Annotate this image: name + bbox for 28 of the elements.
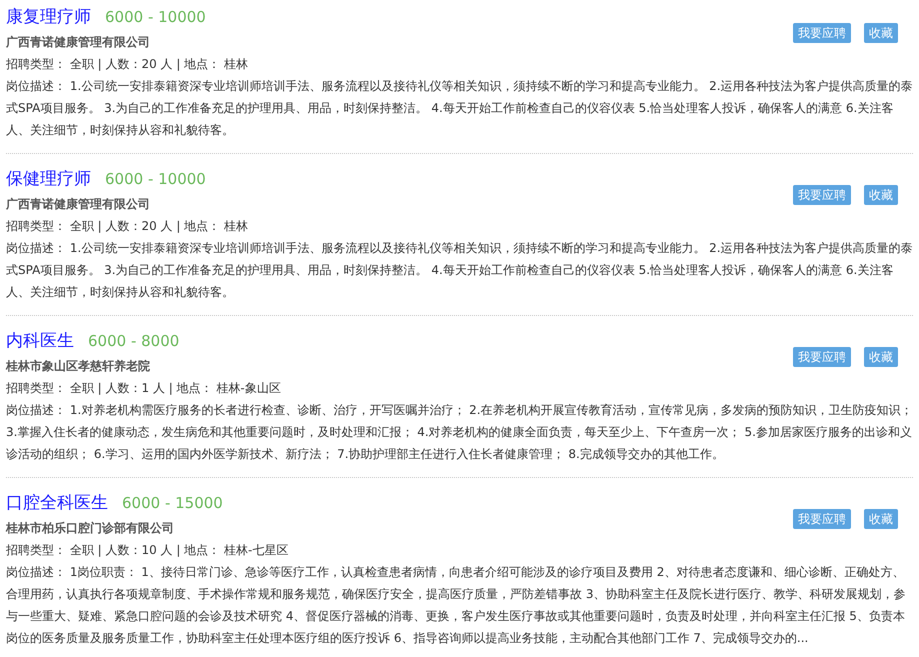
company-name: 广西青诺健康管理有限公司 bbox=[6, 196, 151, 213]
apply-button[interactable]: 我要应聘 bbox=[793, 23, 851, 43]
job-details: 招聘类型： 全职 | 人数：20 人 | 地点： 桂林 bbox=[6, 218, 250, 235]
job-details: 招聘类型： 全职 | 人数：10 人 | 地点： 桂林-七星区 bbox=[6, 542, 290, 559]
salary-range: 6000 - 10000 bbox=[105, 170, 206, 188]
job-description: 岗位描述： 1岗位职责： 1、接待日常门诊、急诊等医疗工作，认真检查患者病情，向患者介绍可能涉及的诊疗项目及费用 2、对待患者态度谦和、细心诊断、正确处方、合理用药，认真执行各项规章制度、手术操作常规和服务规范，确保医疗安全，提高医疗质量，严防差错事故 3、协助科室主任及院长进行医疗、教学、科研发展规划，参与一些重大、疑难、紧急口腔问题的会诊及技术研究 4、督促医疗器械的消毒、更换，客户发生医疗事故或其他重要问题时，负责及时处理，并向科室主任汇报 5、负责本岗位的医务质量及服务质量工作，协助科室主任处理本医疗组的医疗投诉 6、指导咨询师以提高业务技能，主动配合其他部门工作 7、完成领导交办的... bbox=[6, 564, 906, 647]
job-description: 岗位描述： 1.公司统一安排泰籍资深专业培训师培训手法、服务流程以及接待礼仪等相关知识，须持续不断的学习和提高专业能力。 2.运用各种技法为客户提供高质量的泰式SPA项目服务。 3.为自己的工作准备充足的护理用具、用品，时刻保持整洁。 4.每天开始工作前检查自己的仪容仪表 5.恰当处理客人投诉，确保客人的满意 6.关注客人、关注细节，时刻保持从容和礼貌待客。 bbox=[6, 78, 913, 139]
favorite-button[interactable]: 收藏 bbox=[864, 347, 898, 367]
salary-range: 6000 - 10000 bbox=[105, 8, 206, 26]
salary-range: 6000 - 15000 bbox=[122, 494, 223, 512]
company-name: 桂林市柏乐口腔门诊部有限公司 bbox=[6, 520, 175, 537]
job-description: 岗位描述： 1.对养老机构需医疗服务的长者进行检查、诊断、治疗，开写医嘱并治疗； 2.在养老机构开展宣传教育活动，宣传常见病，多发病的预防知识，卫生防疫知识； 3.掌握入住长者的健康动态，发生病危和其他重要问题时，及时处理和汇报； 4.对养老机构的健康全面负责，每天至少上、下午查房一次； 5.参加居家医疗服务的出诊和义诊活动的组织； 6.学习、运用的国内外医学新技术、新疗法； 7.协助护理部主任进行入住长者健康管理； 8.完成领导交办的其他工作。 bbox=[6, 402, 913, 463]
apply-button[interactable]: 我要应聘 bbox=[793, 185, 851, 205]
job-details: 招聘类型： 全职 | 人数：1 人 | 地点： 桂林-象山区 bbox=[6, 380, 282, 397]
apply-button[interactable]: 我要应聘 bbox=[793, 347, 851, 367]
company-name: 桂林市象山区孝慈轩养老院 bbox=[6, 358, 151, 375]
favorite-button[interactable]: 收藏 bbox=[864, 23, 898, 43]
job-title[interactable]: 口腔全科医生 bbox=[6, 491, 108, 514]
job-title[interactable]: 内科医生 bbox=[6, 329, 74, 352]
job-details: 招聘类型： 全职 | 人数：20 人 | 地点： 桂林 bbox=[6, 56, 250, 73]
favorite-button[interactable]: 收藏 bbox=[864, 509, 898, 529]
apply-button[interactable]: 我要应聘 bbox=[793, 509, 851, 529]
salary-range: 6000 - 8000 bbox=[88, 332, 180, 350]
company-name: 广西青诺健康管理有限公司 bbox=[6, 34, 151, 51]
favorite-button[interactable]: 收藏 bbox=[864, 185, 898, 205]
job-title[interactable]: 保健理疗师 bbox=[6, 167, 91, 190]
job-title[interactable]: 康复理疗师 bbox=[6, 5, 91, 28]
job-description: 岗位描述： 1.公司统一安排泰籍资深专业培训师培训手法、服务流程以及接待礼仪等相关知识，须持续不断的学习和提高专业能力。 2.运用各种技法为客户提供高质量的泰式SPA项目服务。 3.为自己的工作准备充足的护理用具、用品，时刻保持整洁。 4.每天开始工作前检查自己的仪容仪表 5.恰当处理客人投诉，确保客人的满意 6.关注客人、关注细节，时刻保持从容和礼貌待客。 bbox=[6, 240, 913, 301]
